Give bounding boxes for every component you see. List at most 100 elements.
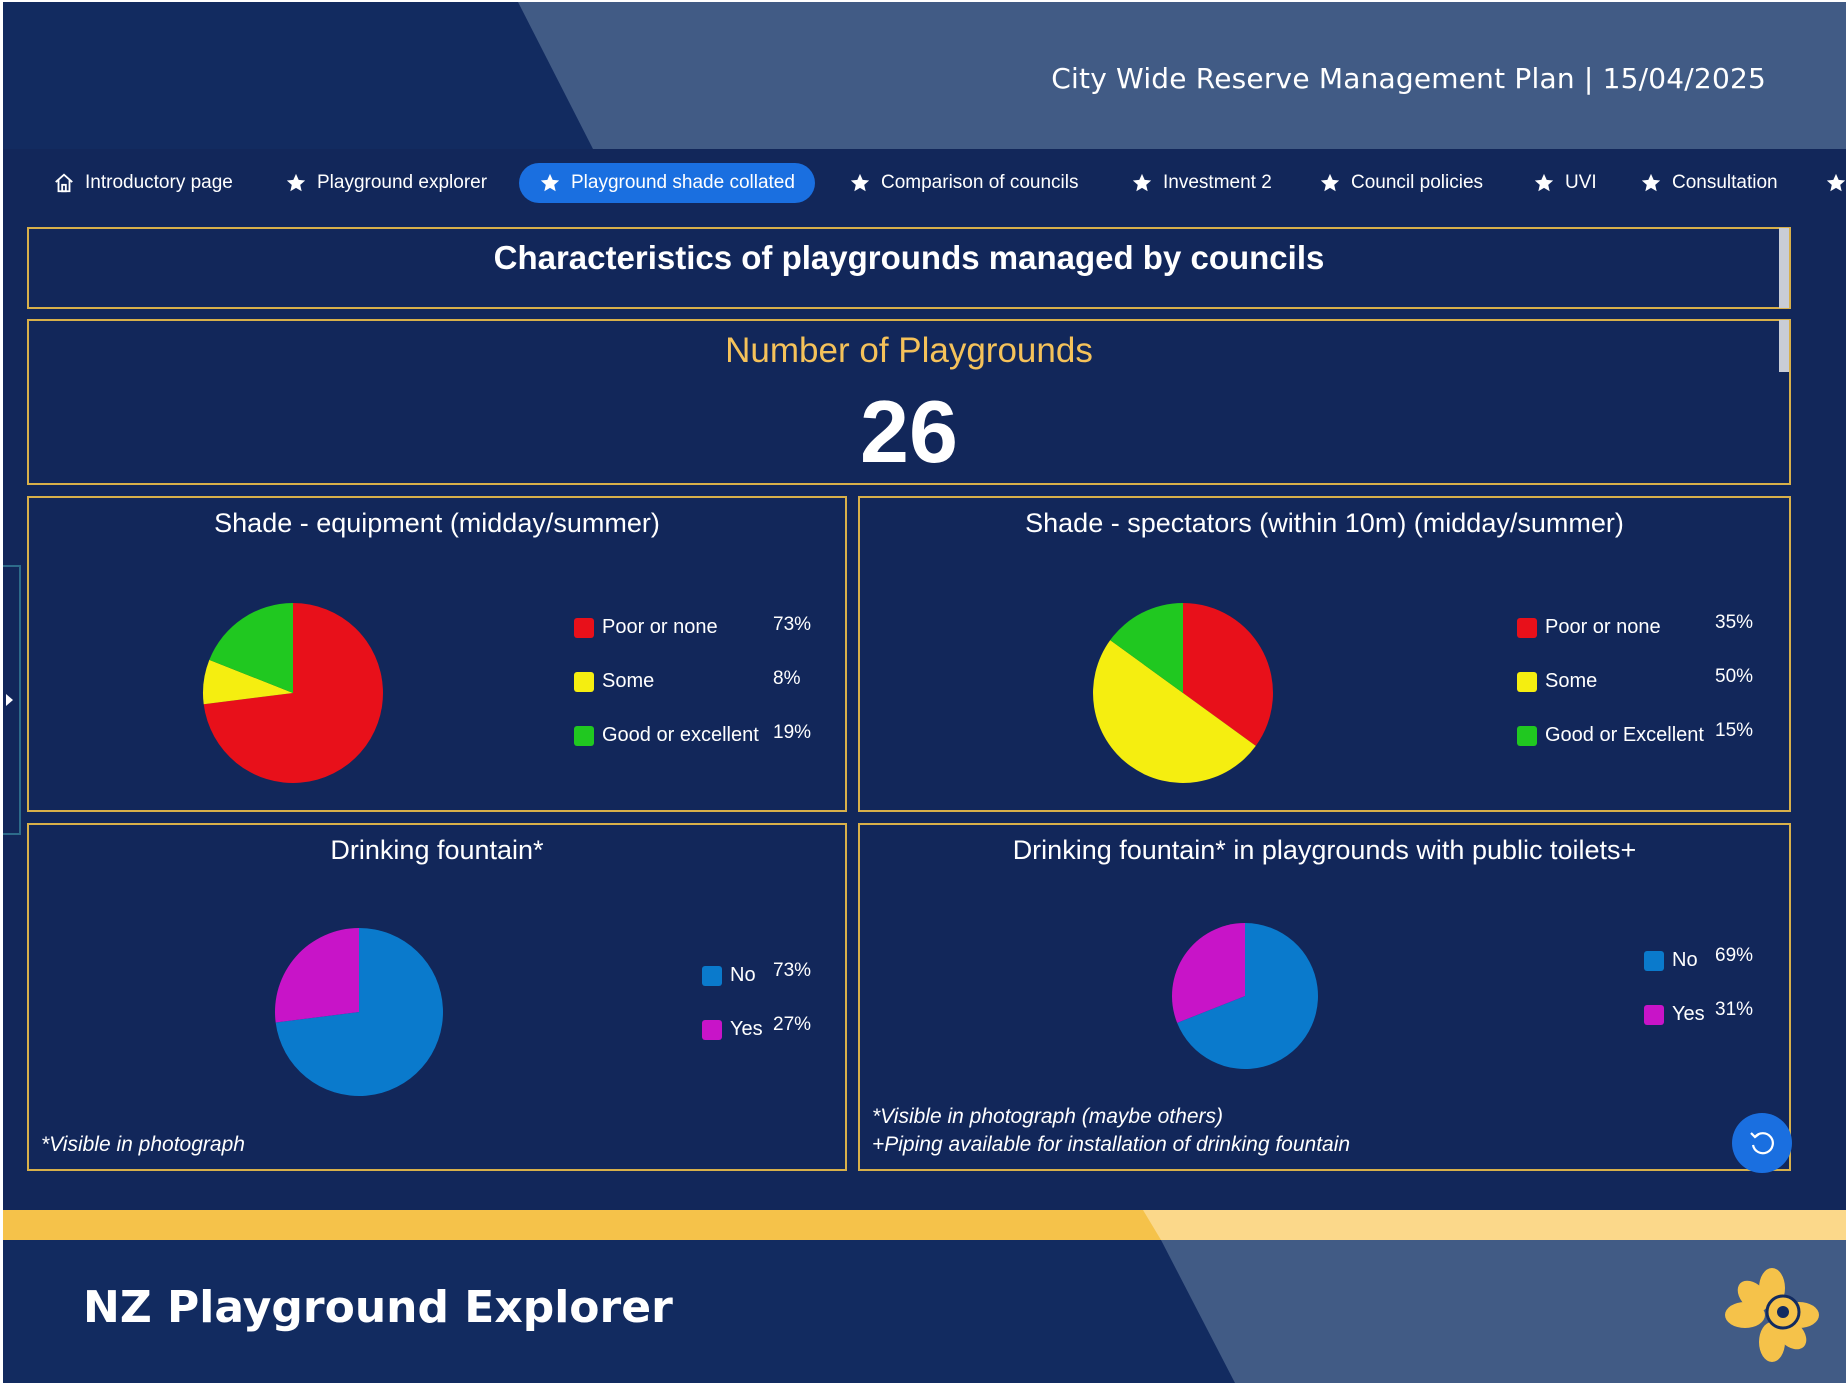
legend-pct: 35% bbox=[1715, 612, 1754, 633]
tab-label: Council policies bbox=[1351, 172, 1484, 193]
chart-panel-drinking-fountain: Drinking fountain* No 73% Yes 27% *Visib… bbox=[27, 823, 847, 1171]
legend-item: Poor or none bbox=[574, 616, 718, 639]
star-icon bbox=[1132, 173, 1152, 192]
flower-gear-logo bbox=[1725, 1268, 1819, 1362]
legend-swatch-magenta bbox=[1644, 1004, 1664, 1025]
pie-chart bbox=[1093, 603, 1273, 783]
legend-pct: 73% bbox=[773, 614, 812, 635]
tab-introductory-page[interactable]: Introductory page bbox=[43, 163, 243, 203]
legend-pct: 8% bbox=[773, 668, 801, 689]
legend-item: Poor or none bbox=[1517, 616, 1661, 639]
header: City Wide Reserve Management Plan | 15/0… bbox=[3, 2, 1846, 149]
tab-investment-2[interactable]: Investment 2 bbox=[1121, 163, 1282, 203]
tab-label: Consultation bbox=[1672, 172, 1778, 193]
star-icon bbox=[1534, 173, 1554, 192]
chart-panel-drinking-fountain-toilets: Drinking fountain* in playgrounds with p… bbox=[858, 823, 1791, 1171]
count-scrollbar[interactable] bbox=[1779, 320, 1789, 372]
pie-chart bbox=[203, 603, 383, 783]
star-icon bbox=[1320, 173, 1340, 192]
star-icon bbox=[286, 173, 306, 192]
home-icon bbox=[55, 173, 73, 193]
tab-label: Playground shade collated bbox=[571, 172, 795, 193]
tab-playground-shade-collated[interactable]: Playground shade collated bbox=[519, 163, 815, 203]
pie-slice-yes[interactable] bbox=[275, 928, 359, 1023]
tab-uvi[interactable]: UVI bbox=[1523, 163, 1607, 203]
tab-label: Introductory page bbox=[85, 172, 233, 193]
app-title: NZ Playground Explorer bbox=[83, 1282, 673, 1333]
legend-swatch-green bbox=[574, 725, 594, 746]
pie-chart bbox=[1172, 923, 1318, 1069]
footnote: *Visible in photograph bbox=[41, 1133, 245, 1156]
chart-title: Drinking fountain* bbox=[330, 835, 544, 865]
tab-label: Investment 2 bbox=[1163, 172, 1272, 193]
heading-panel: Characteristics of playgrounds managed b… bbox=[27, 227, 1791, 309]
legend-item: Good or excellent bbox=[574, 724, 759, 747]
legend-swatch-red bbox=[1517, 617, 1537, 638]
chart-title: Shade - spectators (within 10m) (midday/… bbox=[1025, 508, 1624, 538]
chart-panel-shade-equipment: Shade - equipment (midday/summer) Poor o… bbox=[27, 496, 847, 812]
legend-label: No bbox=[1672, 949, 1698, 971]
chart-title: Shade - equipment (midday/summer) bbox=[214, 508, 660, 538]
caret-right-icon bbox=[6, 694, 13, 706]
legend-pct: 69% bbox=[1715, 945, 1754, 966]
legend-pct: 73% bbox=[773, 960, 812, 981]
refresh-button[interactable] bbox=[1732, 1113, 1792, 1173]
pie-chart bbox=[275, 928, 443, 1096]
legend-label: Yes bbox=[730, 1018, 763, 1040]
chart-panel-shade-spectators: Shade - spectators (within 10m) (midday/… bbox=[858, 496, 1791, 812]
legend-item: Some bbox=[574, 670, 654, 693]
footer-stripe bbox=[3, 1210, 1846, 1240]
legend-label: Some bbox=[1545, 670, 1598, 692]
star-icon bbox=[1826, 173, 1846, 192]
legend-item: Some bbox=[1517, 670, 1597, 693]
count-label: Number of Playgrounds bbox=[725, 331, 1093, 370]
legend-pct: 50% bbox=[1715, 666, 1754, 687]
footer-stripe-shape bbox=[1143, 1210, 1846, 1240]
legend-pct: 27% bbox=[773, 1014, 812, 1035]
tab-comparison-of-councils[interactable]: Comparison of councils bbox=[839, 163, 1088, 203]
legend-label: Poor or none bbox=[1545, 616, 1661, 638]
tab-overflow[interactable] bbox=[1815, 163, 1846, 203]
chart-title: Drinking fountain* in playgrounds with p… bbox=[1012, 835, 1637, 865]
legend-swatch-magenta bbox=[702, 1019, 722, 1040]
side-panel-toggle[interactable] bbox=[3, 565, 21, 835]
count-panel: Number of Playgrounds 26 bbox=[27, 319, 1791, 485]
legend-swatch-blue bbox=[1644, 950, 1664, 971]
tab-label: UVI bbox=[1565, 172, 1597, 193]
star-icon bbox=[850, 173, 870, 192]
legend-swatch-red bbox=[574, 617, 594, 638]
legend-item: No bbox=[1644, 949, 1698, 972]
legend-swatch-yellow bbox=[574, 671, 594, 692]
legend-label: Good or excellent bbox=[602, 724, 759, 746]
legend-label: Poor or none bbox=[602, 616, 718, 638]
legend-swatch-yellow bbox=[1517, 671, 1537, 692]
refresh-icon bbox=[1750, 1132, 1774, 1155]
footnote: +Piping available for installation of dr… bbox=[872, 1133, 1351, 1156]
legend-label: Good or Excellent bbox=[1545, 724, 1704, 746]
star-icon bbox=[540, 173, 560, 192]
legend-item: Good or Excellent bbox=[1517, 724, 1704, 747]
tab-label: Playground explorer bbox=[317, 172, 488, 193]
legend-label: Yes bbox=[1672, 1003, 1705, 1025]
footer: NZ Playground Explorer bbox=[3, 1240, 1846, 1383]
tab-council-policies[interactable]: Council policies bbox=[1309, 163, 1493, 203]
tab-playground-explorer[interactable]: Playground explorer bbox=[275, 163, 497, 203]
legend-pct: 15% bbox=[1715, 720, 1754, 741]
legend-pct: 19% bbox=[773, 722, 812, 743]
legend-swatch-green bbox=[1517, 725, 1537, 746]
legend-item: Yes bbox=[702, 1018, 763, 1041]
app-frame: City Wide Reserve Management Plan | 15/0… bbox=[3, 2, 1846, 1383]
star-icon bbox=[1641, 173, 1661, 192]
legend-label: Some bbox=[602, 670, 655, 692]
legend-item: No bbox=[702, 964, 756, 987]
header-title: City Wide Reserve Management Plan | 15/0… bbox=[1051, 62, 1766, 95]
count-value: 26 bbox=[860, 382, 958, 481]
heading-scrollbar[interactable] bbox=[1779, 228, 1789, 308]
footnote: *Visible in photograph (maybe others) bbox=[872, 1105, 1223, 1128]
page-heading: Characteristics of playgrounds managed b… bbox=[493, 239, 1325, 276]
tab-consultation[interactable]: Consultation bbox=[1630, 163, 1788, 203]
legend-item: Yes bbox=[1644, 1003, 1705, 1026]
legend-pct: 31% bbox=[1715, 999, 1754, 1020]
legend-label: No bbox=[730, 964, 756, 986]
tab-label: Comparison of councils bbox=[881, 172, 1079, 193]
